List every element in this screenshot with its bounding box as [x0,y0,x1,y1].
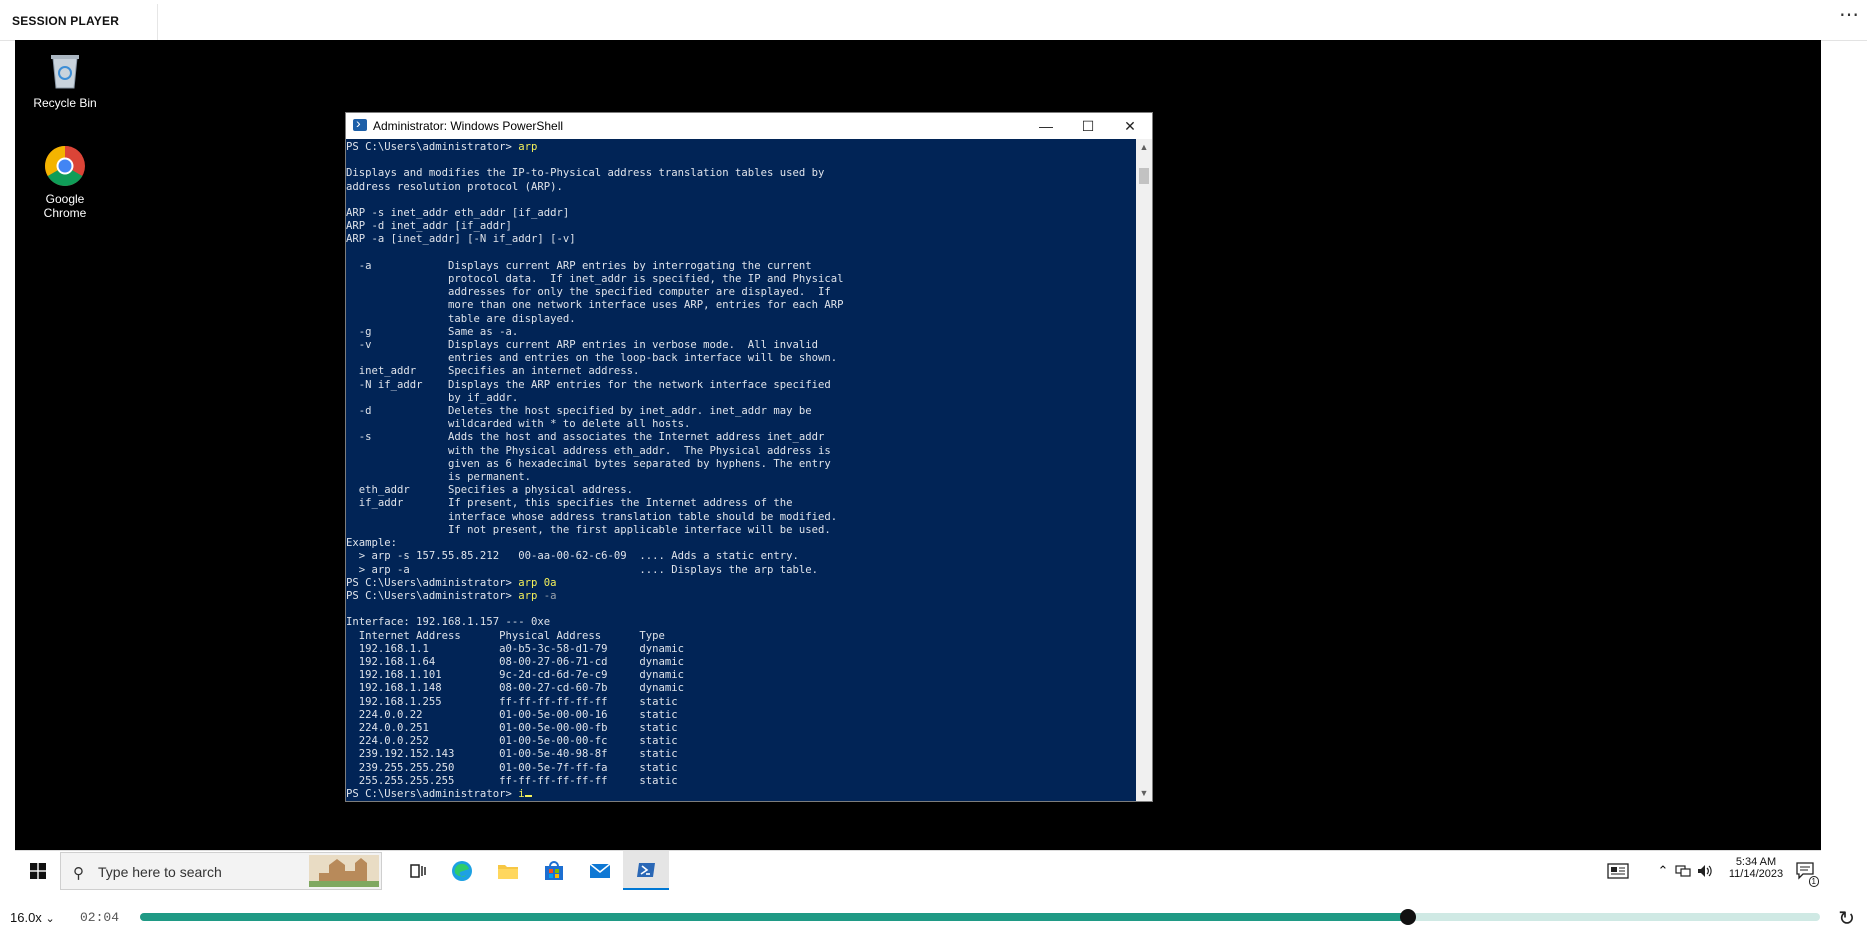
console-text: PS C:\Users\administrator> arp Displays … [346,139,1136,801]
text-cursor [524,794,532,797]
elapsed-time: 02:04 [80,910,120,925]
session-player-title: SESSION PLAYER [12,14,120,28]
volume-icon [1698,865,1712,877]
recycle-bin-icon [43,48,87,92]
file-explorer-taskbar-button[interactable] [485,851,531,890]
console-output[interactable]: PS C:\Users\administrator> arp Displays … [346,139,1136,801]
prompt: PS C:\Users\administrator> [346,787,519,800]
clock-time: 5:34 AM [1735,856,1777,868]
edge-taskbar-button[interactable] [439,851,485,890]
scroll-up-icon[interactable]: ▲ [1136,139,1152,155]
chevron-down-icon: ⌄ [45,913,55,925]
desktop-icon-label: Recycle Bin [33,96,97,110]
command-text: arp 0a [518,576,557,589]
current-input[interactable]: i [518,788,524,800]
clock-date: 11/14/2023 [1728,868,1784,880]
prompt: PS C:\Users\administrator> [346,141,519,153]
taskbar-search-box[interactable]: ⚲ Type here to search [60,852,382,890]
desktop-icon-label: Google Chrome [43,192,87,220]
command-text: arp [518,141,538,153]
powershell-window[interactable]: Administrator: Windows PowerShell — ☐ ✕ … [345,112,1153,802]
window-title: Administrator: Windows PowerShell [373,119,564,133]
playback-speed-select[interactable]: 16.0x ⌄ [10,910,55,925]
session-player-header: SESSION PLAYER ⋯ [0,0,1867,41]
news-icon [1607,863,1629,879]
task-view-button[interactable] [397,851,439,890]
network-tray-button[interactable] [1673,851,1693,890]
progress-track[interactable] [140,909,1820,925]
prompt: PS C:\Users\administrator> [346,576,519,589]
action-center-button[interactable]: 1 [1791,851,1821,890]
minimize-button[interactable]: — [1025,113,1067,139]
powershell-icon [353,115,367,131]
powershell-icon [637,862,655,877]
scrollbar-thumb[interactable] [1139,168,1149,184]
command-text: arp [518,589,538,602]
progress-handle[interactable] [1400,909,1416,925]
arp-help-text: Displays and modifies the IP-to-Physical… [346,167,844,576]
search-icon: ⚲ [73,865,84,882]
arp-table-text: Interface: 192.168.1.157 --- 0xe Interne… [346,616,685,787]
chevron-up-icon: ⌃ [1657,863,1669,878]
header-divider [157,4,158,40]
store-icon [545,861,563,880]
clock[interactable]: 5:34 AM 11/14/2023 [1721,851,1791,890]
news-widget-button[interactable] [1600,851,1636,890]
volume-tray-button[interactable] [1695,851,1715,890]
edge-icon [452,861,472,881]
start-button[interactable] [15,851,60,890]
playback-speed-value: 16.0x [10,910,42,925]
folder-icon [498,865,518,879]
maximize-button[interactable]: ☐ [1067,113,1109,139]
scroll-down-icon[interactable]: ▼ [1136,785,1152,801]
prompt: PS C:\Users\administrator> [346,589,519,602]
search-highlight-icon [309,855,379,887]
windows-logo-icon [29,863,46,879]
more-options-icon[interactable]: ⋯ [1839,5,1859,25]
desktop-icon-recycle-bin[interactable]: Recycle Bin [25,48,105,110]
show-hidden-icons-button[interactable]: ⌃ [1655,851,1671,890]
taskbar: ⚲ Type here to search ⌃ 5:34 AM 11/14/20… [15,850,1821,890]
mail-icon [589,863,611,878]
progress-fill [140,913,1408,921]
powershell-taskbar-button[interactable] [623,851,669,890]
desktop-icon-chrome[interactable]: Google Chrome [25,144,105,220]
task-view-icon [410,864,426,878]
network-icon [1675,865,1691,877]
close-button[interactable]: ✕ [1109,113,1151,139]
notification-count-badge: 1 [1808,876,1819,887]
search-placeholder: Type here to search [98,864,222,880]
mail-taskbar-button[interactable] [577,851,623,890]
console-scrollbar[interactable]: ▲ ▼ [1136,139,1152,801]
replay-icon[interactable]: ↻ [1838,906,1855,931]
store-taskbar-button[interactable] [531,851,577,890]
command-argument: -a [537,589,557,602]
remote-desktop: Recycle Bin Google Chrome Administrator:… [15,40,1821,890]
chrome-icon [43,144,87,188]
window-titlebar[interactable]: Administrator: Windows PowerShell — ☐ ✕ [346,113,1152,139]
